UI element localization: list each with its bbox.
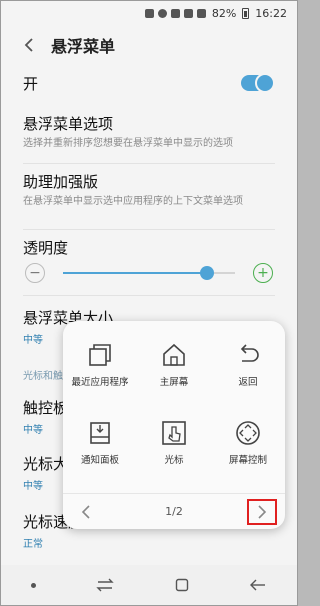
transparency-title: 透明度 (23, 239, 69, 257)
master-toggle-row[interactable]: 开 (23, 73, 275, 94)
data-icon (170, 8, 180, 18)
menu-item-home[interactable]: 主屏幕 (137, 339, 211, 389)
next-page-button[interactable] (246, 498, 277, 525)
screen: 82% 16:22 悬浮菜单 开 悬浮菜单选项 选择并重新排序您想要在悬浮菜单中… (0, 0, 298, 606)
signal-icon (196, 8, 206, 18)
menu-options-title: 悬浮菜单选项 (23, 115, 114, 133)
slider-fill (63, 272, 208, 274)
battery-percent: 82% (211, 6, 237, 20)
menu-options-subtitle: 选择并重新排序您想要在悬浮菜单中显示的选项 (23, 138, 233, 149)
divider (23, 229, 275, 230)
vibrate-icon (157, 8, 167, 18)
menu-item-label: 通知面板 (80, 455, 119, 466)
assistant-plus-subtitle: 在悬浮菜单中显示选中应用程序的上下文菜单选项 (23, 196, 243, 207)
menu-item-label: 返回 (238, 377, 258, 388)
cursor-icon (158, 417, 190, 449)
decrease-button[interactable]: − (25, 263, 45, 283)
transparency-row: 透明度 (23, 237, 275, 258)
assistant-plus-row[interactable]: 助理加强版 在悬浮菜单中显示选中应用程序的上下文菜单选项 (23, 171, 275, 208)
menu-item-label: 光标 (164, 455, 184, 466)
menu-item-label: 最近应用程序 (71, 377, 129, 388)
app-header: 悬浮菜单 (1, 25, 297, 65)
menu-item-back[interactable]: 返回 (211, 339, 285, 389)
menu-item-recent-apps[interactable]: 最近应用程序 (63, 339, 137, 389)
chevron-right-icon (258, 504, 267, 519)
master-switch[interactable] (241, 73, 275, 93)
slider-thumb[interactable] (200, 266, 215, 280)
nfc-icon (144, 8, 154, 18)
floating-menu-panel: 最近应用程序 主屏幕 返回 通知面板 光标 屏幕控制 1/2 (63, 321, 285, 529)
home-nav-icon[interactable] (175, 578, 189, 592)
wifi-icon (183, 8, 193, 18)
cursor-speed-value: 正常 (23, 539, 43, 550)
divider (23, 163, 275, 164)
menu-options-row[interactable]: 悬浮菜单选项 选择并重新排序您想要在悬浮菜单中显示的选项 (23, 113, 275, 150)
back-icon (232, 339, 264, 371)
chevron-left-icon (24, 38, 33, 52)
menu-item-notification-panel[interactable]: 通知面板 (63, 417, 137, 467)
notification-panel-icon (84, 417, 116, 449)
nav-dot-icon[interactable] (31, 582, 37, 588)
increase-button[interactable]: + (253, 263, 273, 283)
battery-icon (242, 7, 250, 19)
back-button[interactable] (11, 27, 47, 63)
screen-control-icon (232, 417, 264, 449)
home-icon (158, 339, 190, 371)
menu-item-screen-control[interactable]: 屏幕控制 (211, 417, 285, 467)
menu-item-label: 主屏幕 (159, 377, 189, 388)
floating-menu-pager: 1/2 (63, 493, 285, 529)
clock: 16:22 (255, 6, 287, 20)
divider (23, 295, 275, 296)
toggle-label: 开 (23, 75, 39, 93)
menu-item-label: 屏幕控制 (228, 455, 267, 466)
status-bar: 82% 16:22 (1, 1, 297, 25)
page-title: 悬浮菜单 (51, 37, 116, 56)
recent-apps-nav-icon[interactable] (96, 578, 115, 592)
assistant-plus-title: 助理加强版 (23, 173, 99, 191)
menu-item-cursor[interactable]: 光标 (137, 417, 211, 467)
recent-apps-icon (84, 339, 116, 371)
switch-knob (255, 73, 275, 93)
status-icons (144, 8, 206, 18)
previous-page-button[interactable] (71, 499, 101, 525)
page-indicator: 1/2 (165, 505, 183, 518)
back-nav-icon[interactable] (249, 578, 267, 592)
transparency-slider[interactable]: − + (23, 263, 275, 283)
chevron-left-icon (81, 504, 90, 519)
system-nav-bar (1, 565, 297, 605)
